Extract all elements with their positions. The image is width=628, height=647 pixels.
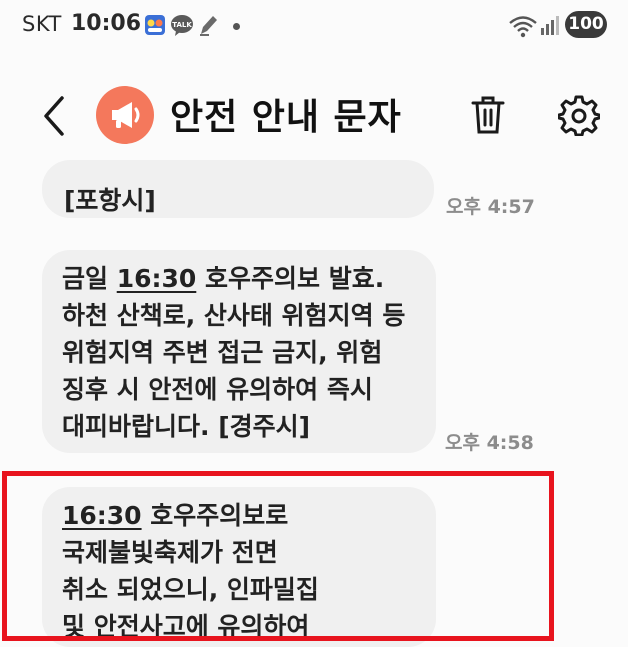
back-button[interactable]: [36, 92, 76, 140]
gear-icon: [558, 95, 600, 136]
message-text: 하천 산책로, 산사태 위험지역 등: [62, 301, 406, 330]
message-timestamp: 오후 4:58: [445, 432, 534, 454]
status-bar: SKT 10:06 TALK 100: [0, 0, 628, 56]
message-text: 징후 시 안전에 유의하여 즉시: [62, 375, 373, 404]
message-line: [포항시]: [64, 182, 412, 219]
message-line: 대피바랍니다. [경주시]: [62, 408, 416, 445]
trash-icon: [471, 96, 505, 134]
message-text: 대피바랍니다. [경주시]: [62, 412, 311, 441]
megaphone-icon: [112, 102, 140, 128]
message-bubble[interactable]: 금일 16:30 호우주의보 발효. 하천 산책로, 산사태 위험지역 등 위험…: [42, 250, 436, 453]
wifi-icon: [509, 16, 537, 38]
message-text: [포항시]: [64, 186, 156, 215]
delete-button[interactable]: [470, 94, 506, 136]
message-bubble[interactable]: [포항시]: [42, 160, 434, 218]
back-arrow-icon: [44, 96, 64, 136]
message-text: 금일: [62, 264, 117, 293]
message-line: 위험지역 주변 접근 금지, 위험: [62, 334, 416, 371]
message-text: 호우주의보 발효.: [196, 264, 385, 293]
time-link[interactable]: 16:30: [117, 264, 197, 293]
message-text: 위험지역 주변 접근 금지, 위험: [62, 338, 383, 367]
message-line: 금일 16:30 호우주의보 발효.: [62, 260, 416, 297]
settings-button[interactable]: [558, 94, 600, 136]
page-title: 안전 안내 문자: [170, 97, 402, 138]
signal-icon: [541, 16, 559, 35]
avatar: [96, 86, 154, 144]
carrier-label: SKT: [22, 12, 62, 36]
conversation-header: 안전 안내 문자: [0, 56, 628, 176]
more-notifications-dot: [233, 23, 240, 30]
kakao-label: TALK: [172, 21, 192, 29]
message-timestamp: 오후 4:57: [446, 196, 535, 218]
message-line: 징후 시 안전에 유의하여 즉시: [62, 371, 416, 408]
game-app-icon: [145, 15, 165, 35]
kakaotalk-icon: TALK: [171, 15, 193, 36]
pen-icon: [200, 16, 217, 36]
clock: 10:06: [71, 11, 142, 36]
highlight-annotation-box: [2, 471, 554, 641]
battery-indicator: 100: [565, 11, 607, 38]
message-line: 하천 산책로, 산사태 위험지역 등: [62, 297, 416, 334]
